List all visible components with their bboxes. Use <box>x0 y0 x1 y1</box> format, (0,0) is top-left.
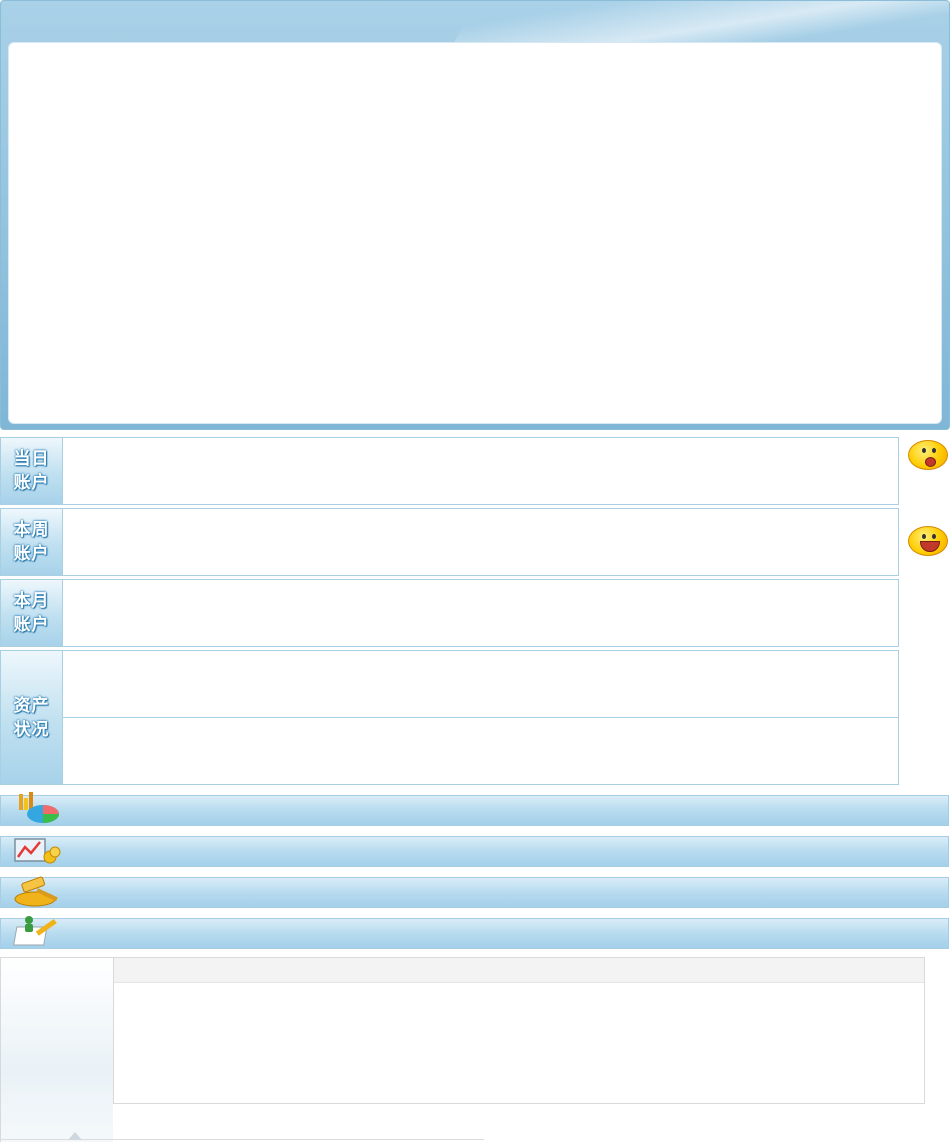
bottom-panel-header <box>114 958 924 983</box>
daily-account-label: 当日 账户 <box>0 437 63 505</box>
auction-bar[interactable] <box>0 876 949 908</box>
top-panel <box>0 0 950 430</box>
monthly-account-label-text: 本月 账户 <box>13 591 50 634</box>
top-content-area <box>8 42 942 424</box>
bottom-side-panel <box>0 957 113 1142</box>
auction-hammer-icon <box>14 876 58 907</box>
monthly-account-label: 本月 账户 <box>0 579 63 647</box>
stock-trend-icon <box>14 838 61 864</box>
asset-status-panel-top <box>62 650 899 718</box>
daily-account-label-text: 当日 账户 <box>13 449 50 492</box>
stock-bar[interactable] <box>0 836 949 867</box>
up-arrow-icon[interactable] <box>68 1132 82 1140</box>
user-edit-bar[interactable] <box>0 916 949 949</box>
user-edit-icon <box>13 916 57 946</box>
chart-bar[interactable] <box>0 792 949 826</box>
daily-account-panel <box>62 437 899 505</box>
asset-status-label: 资产 状况 <box>0 650 63 785</box>
sad-smiley-icon <box>908 440 948 470</box>
monthly-account-panel <box>62 579 899 647</box>
asset-status-panel-bottom <box>62 717 899 785</box>
weekly-account-label-text: 本周 账户 <box>13 520 50 563</box>
happy-smiley-icon <box>908 526 948 556</box>
asset-status-label-text: 资产 状况 <box>13 695 50 739</box>
chart-pie-icon <box>19 792 59 823</box>
weekly-account-label: 本周 账户 <box>0 508 63 576</box>
weekly-account-panel <box>62 508 899 576</box>
